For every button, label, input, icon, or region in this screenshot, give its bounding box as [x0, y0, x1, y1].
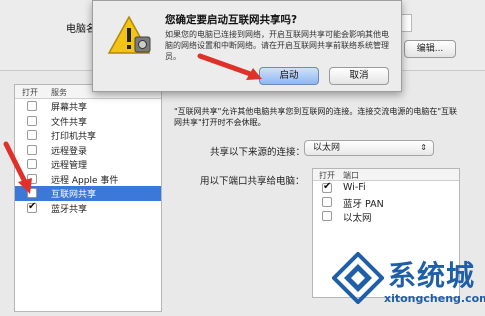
service-row[interactable]: 互联网共享: [15, 186, 161, 201]
share-to-label: 用以下端口共享给电脑：: [200, 176, 305, 187]
ports-header-port: 端口: [343, 171, 359, 180]
edit-button[interactable]: 编辑...: [404, 40, 456, 58]
cancel-button[interactable]: 取消: [329, 67, 389, 85]
watermark: 系统城 xitongcheng.com: [330, 248, 485, 312]
port-row[interactable]: Wi-Fi: [313, 181, 459, 195]
service-label: 远程管理: [51, 161, 88, 171]
warning-icon: [107, 15, 151, 54]
watermark-logo-icon: [332, 252, 384, 304]
watermark-url: xitongcheng.com: [384, 292, 485, 305]
service-label: 文件共享: [51, 117, 88, 128]
service-checkbox[interactable]: [27, 101, 37, 111]
service-checkbox[interactable]: [27, 173, 37, 184]
services-header-on: 打开: [22, 88, 38, 97]
port-checkbox[interactable]: [322, 197, 332, 207]
service-checkbox[interactable]: [27, 159, 37, 169]
port-checkbox[interactable]: [322, 211, 332, 221]
service-label: 互联网共享: [51, 190, 97, 200]
port-checkbox[interactable]: [322, 181, 332, 193]
port-row[interactable]: 蓝牙 PAN: [313, 195, 459, 210]
share-from-value: 以太网: [313, 143, 341, 153]
watermark-brand: 系统城: [388, 259, 476, 292]
service-label: 远程 Apple 事件: [51, 175, 119, 186]
service-label: 屏幕共享: [51, 103, 88, 113]
start-button[interactable]: 启动: [259, 67, 319, 85]
ports-header-on: 打开: [319, 171, 335, 180]
port-row[interactable]: 以太网: [313, 209, 459, 224]
services-list: 打开 服务 屏幕共享文件共享打印机共享远程登录远程管理远程 Apple 事件 互联…: [14, 84, 162, 312]
service-row[interactable]: 远程登录: [15, 143, 161, 158]
dialog-message: 如果您的电脑已连接到网络，开启互联网共享可能会影响其他电脑的网络设置和中断网络。…: [165, 30, 389, 61]
services-header-service: 服务: [51, 88, 67, 97]
service-checkbox[interactable]: [27, 188, 37, 198]
share-from-label: 共享以下来源的连接：: [210, 147, 306, 158]
port-label: 蓝牙 PAN: [343, 199, 384, 210]
port-label: 以太网: [343, 213, 372, 224]
dialog-title: 您确定要启动互联网共享吗?: [165, 14, 298, 26]
port-label: Wi-Fi: [343, 182, 366, 193]
service-row[interactable]: 远程 Apple 事件: [15, 172, 161, 187]
service-checkbox[interactable]: [27, 130, 37, 140]
service-row[interactable]: 文件共享: [15, 114, 161, 129]
service-label: 远程登录: [51, 146, 88, 157]
service-checkbox[interactable]: [27, 201, 37, 213]
service-label: 蓝牙共享: [51, 204, 88, 215]
confirm-dialog: 您确定要启动互联网共享吗? 如果您的电脑已连接到网络，开启互联网共享可能会影响其…: [92, 0, 402, 92]
select-arrows-icon: ⇕: [420, 143, 427, 152]
share-from-select[interactable]: 以太网 ⇕: [304, 140, 434, 156]
sharing-description: "互联网共享"允许其他电脑共享您到互联网的连接。连接交流电源的电脑在"互联网共享…: [174, 107, 458, 127]
ports-table-header: 打开 端口: [313, 169, 459, 181]
service-checkbox[interactable]: [27, 115, 37, 126]
service-row[interactable]: 打印机共享: [15, 128, 161, 143]
service-row[interactable]: 屏幕共享: [15, 99, 161, 114]
service-row[interactable]: 远程管理: [15, 157, 161, 172]
service-row[interactable]: 蓝牙共享: [15, 201, 161, 216]
service-label: 打印机共享: [51, 132, 97, 142]
service-checkbox[interactable]: [27, 144, 37, 155]
